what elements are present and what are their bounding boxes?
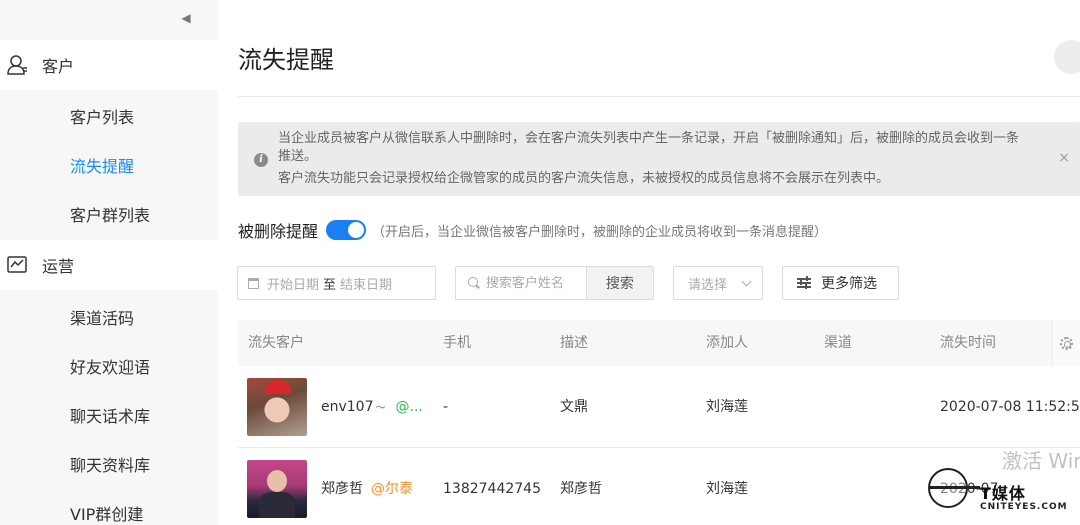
date-range-picker[interactable]: 开始日期 至 结束日期 — [237, 266, 436, 300]
caret-left-icon[interactable]: ◀ — [178, 10, 194, 26]
column-header: 描述 — [560, 335, 588, 351]
chart-monitor-icon — [4, 252, 30, 278]
nav-group-label: 客户 — [42, 57, 75, 76]
delete-reminder-row: 被删除提醒 （开启后，当企业微信被客户删除时，被删除的企业成员将收到一条消息提醒… — [238, 216, 827, 244]
calendar-icon — [248, 277, 259, 289]
sidebar-item-customer-list[interactable]: 客户列表 — [70, 106, 134, 130]
select-placeholder: 请选择 — [688, 277, 728, 293]
customer-name-cell: 郑彦哲 @尔泰 — [321, 448, 413, 525]
logo-text: T媒体 — [980, 484, 1026, 503]
phone-cell: - — [443, 399, 449, 415]
logo-bar — [930, 486, 980, 489]
sidebar-item-vip-group[interactable]: VIP群创建 — [70, 503, 143, 525]
logo-domain: CNITEYES.COM — [980, 502, 1068, 512]
customer-icon — [4, 52, 30, 78]
column-header: 流失客户 — [248, 335, 304, 351]
sidebar: ◀ 客户 客户列表 流失提醒 客户群列表 运营 渠道活码 好友欢迎语 聊天话术库… — [0, 0, 218, 525]
nav-group-customer[interactable]: 客户 — [0, 40, 218, 90]
date-end-placeholder[interactable]: 结束日期 — [340, 274, 392, 293]
added-by-cell: 刘海莲 — [706, 399, 748, 415]
chevron-down-icon — [741, 276, 752, 286]
added-by-cell: 刘海莲 — [706, 481, 748, 497]
toggle-label: 被删除提醒 — [238, 222, 319, 241]
toggle-hint: （开启后，当企业微信被客户删除时，被删除的企业成员将收到一条消息提醒） — [372, 224, 828, 240]
sidebar-item-group-list[interactable]: 客户群列表 — [70, 204, 150, 228]
table-header: 流失客户 手机 描述 添加人 渠道 流失时间 — [238, 320, 1080, 366]
page-title: 流失提醒 — [238, 46, 334, 74]
customer-name[interactable]: env107 — [321, 399, 374, 415]
nav-group-operation[interactable]: 运营 — [0, 240, 218, 290]
search-button[interactable]: 搜索 — [585, 267, 653, 299]
select-dropdown[interactable]: 请选择 — [673, 266, 763, 300]
column-settings[interactable] — [1052, 320, 1080, 366]
column-header: 手机 — [443, 335, 471, 351]
avatar — [247, 378, 307, 436]
phone-cell: 13827442745 — [443, 481, 541, 497]
media-logo-watermark: T媒体 CNITEYES.COM — [918, 460, 1080, 520]
search-group: 搜索 — [455, 266, 654, 300]
main-content: 流失提醒 i 当企业成员被客户从微信联系人中删除时，会在客户流失列表中产生一条记… — [218, 0, 1080, 525]
user-avatar-icon[interactable] — [1054, 40, 1080, 74]
more-filters-label: 更多筛选 — [821, 276, 877, 292]
info-icon: i — [254, 153, 268, 167]
date-start-placeholder[interactable]: 开始日期 — [267, 274, 319, 293]
sidebar-item-script-library[interactable]: 聊天话术库 — [70, 405, 150, 429]
description-cell: 郑彦哲 — [560, 481, 602, 497]
title-divider — [238, 96, 1080, 97]
delete-reminder-toggle[interactable] — [326, 220, 367, 240]
nav-group-label: 运营 — [42, 257, 75, 276]
notice-line-3: 客户流失功能只会记录授权给企微管家的成员的客户流失信息，未被授权的成员信息将不会… — [278, 171, 890, 186]
table-row[interactable]: env107 〜 @... - 文鼎 刘海莲 2020-07-08 11:52:5 — [238, 366, 1080, 448]
sidebar-item-welcome-message[interactable]: 好友欢迎语 — [70, 356, 150, 380]
date-separator: 至 — [323, 277, 337, 293]
wechat-mark-icon: 〜 — [375, 403, 386, 414]
customer-tag: @尔泰 — [371, 481, 413, 497]
search-input[interactable] — [485, 275, 586, 291]
column-header: 渠道 — [824, 335, 852, 351]
avatar — [247, 460, 307, 518]
description-cell: 文鼎 — [560, 399, 588, 415]
column-header: 流失时间 — [940, 335, 996, 351]
column-header: 添加人 — [706, 335, 748, 351]
customer-name-cell: env107 〜 @... — [321, 366, 423, 450]
gear-icon — [1060, 336, 1073, 350]
lost-time-cell: 2020-07-08 11:52:5 — [940, 399, 1080, 415]
customer-name[interactable]: 郑彦哲 — [321, 481, 363, 497]
more-filters-button[interactable]: 更多筛选 — [782, 266, 899, 300]
close-icon[interactable]: × — [1058, 150, 1070, 166]
filter-sliders-icon — [797, 276, 811, 289]
sidebar-item-channel-code[interactable]: 渠道活码 — [70, 307, 134, 331]
search-icon — [468, 277, 480, 289]
notice-line-1: 当企业成员被客户从微信联系人中删除时，会在客户流失列表中产生一条记录，开启「被删… — [278, 131, 1020, 146]
notice-line-2: 推送。 — [278, 149, 318, 164]
sidebar-item-material-library[interactable]: 聊天资料库 — [70, 454, 150, 478]
notice-banner: i 当企业成员被客户从微信联系人中删除时，会在客户流失列表中产生一条记录，开启「… — [238, 122, 1080, 196]
sidebar-item-churn-reminder[interactable]: 流失提醒 — [70, 155, 134, 179]
customer-tag: @... — [395, 399, 423, 415]
toggle-knob — [348, 222, 365, 238]
